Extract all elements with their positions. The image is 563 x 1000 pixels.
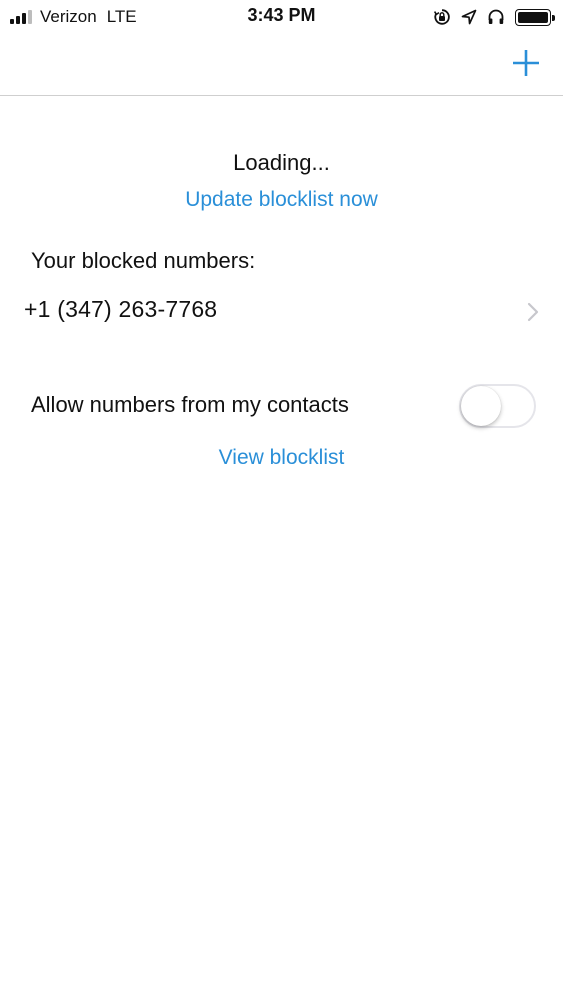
blocked-number-row[interactable]: +1 (347) 263-7768 bbox=[0, 288, 563, 334]
toggle-knob bbox=[461, 386, 501, 426]
status-bar: Verizon LTE 3:43 PM bbox=[0, 0, 563, 34]
orientation-lock-icon bbox=[433, 8, 451, 26]
loading-status: Loading... bbox=[233, 150, 330, 175]
allow-contacts-toggle[interactable] bbox=[459, 384, 536, 428]
blocked-numbers-title: Your blocked numbers: bbox=[31, 248, 256, 273]
allow-contacts-label: Allow numbers from my contacts bbox=[31, 392, 349, 417]
battery-icon bbox=[515, 8, 555, 26]
navigation-bar bbox=[0, 34, 563, 96]
plus-icon bbox=[513, 50, 539, 76]
update-blocklist-link[interactable]: Update blocklist now bbox=[0, 188, 563, 212]
allow-contacts-row: Allow numbers from my contacts bbox=[0, 380, 563, 430]
add-number-button[interactable] bbox=[511, 48, 541, 78]
blocked-number: +1 (347) 263-7768 bbox=[24, 296, 218, 322]
location-arrow-icon bbox=[461, 9, 477, 25]
status-right bbox=[423, 6, 555, 28]
chevron-right-icon bbox=[527, 302, 539, 322]
view-blocklist-link[interactable]: View blocklist bbox=[0, 446, 563, 470]
headphones-icon bbox=[487, 8, 505, 26]
